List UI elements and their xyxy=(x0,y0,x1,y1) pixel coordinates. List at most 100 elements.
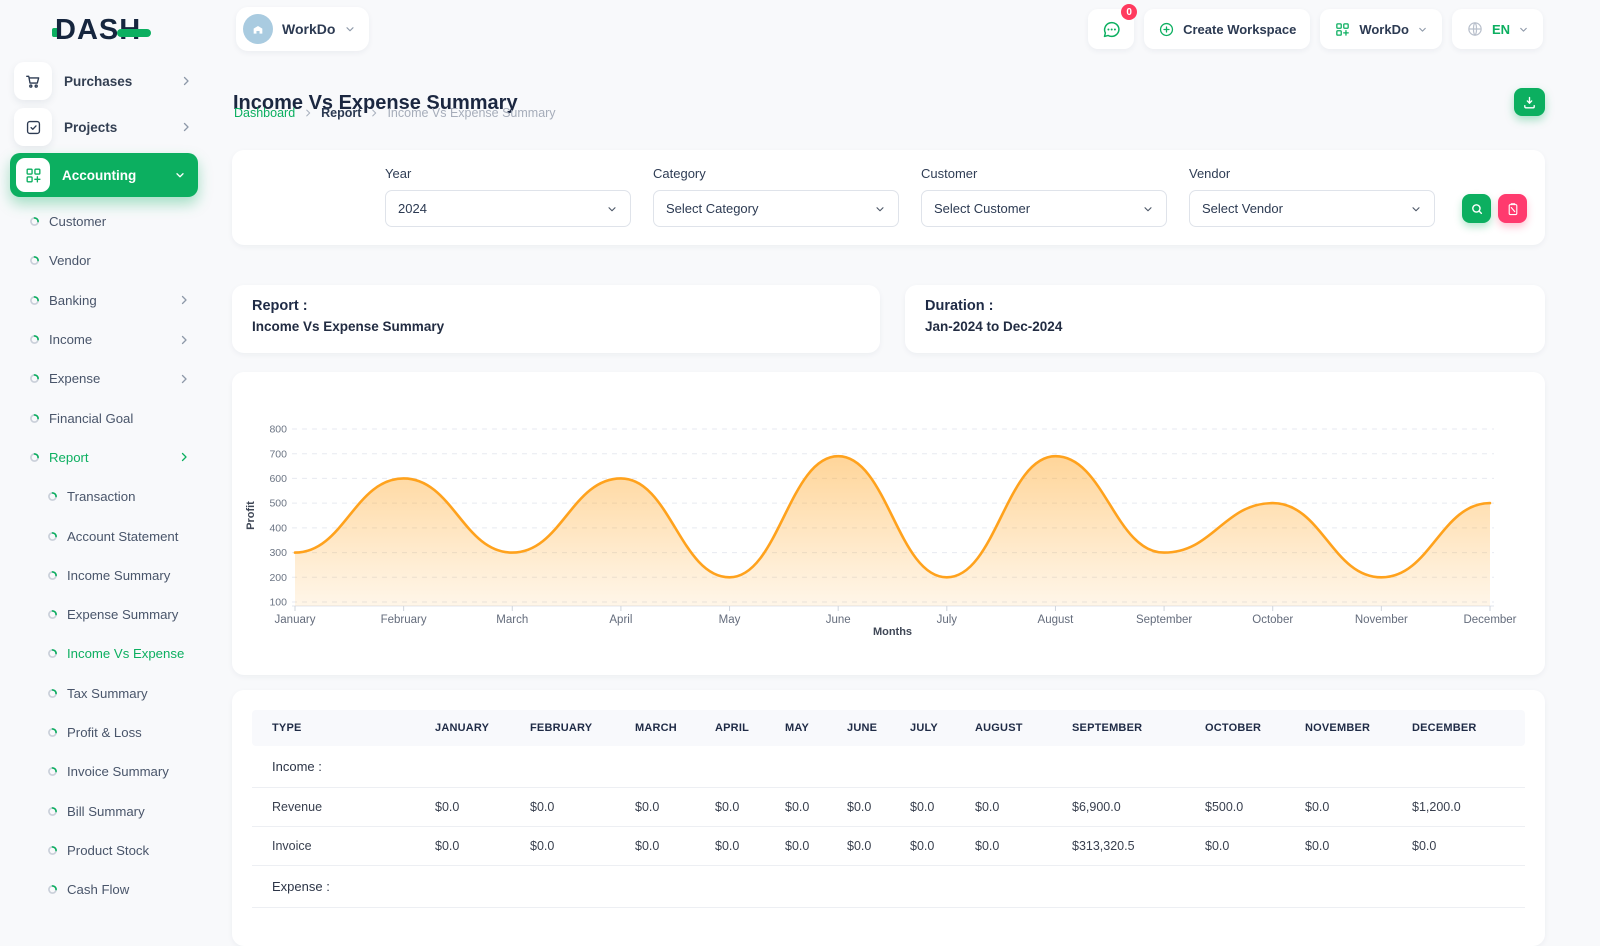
chevron-right-icon xyxy=(178,294,190,306)
svg-text:200: 200 xyxy=(269,572,287,584)
donut-bullet-icon xyxy=(47,648,58,659)
plus-circle-icon xyxy=(1158,21,1175,38)
workspace-name: WorkDo xyxy=(282,21,335,37)
profit-chart-card: 100200300400500600700800JanuaryFebruaryM… xyxy=(232,372,1545,675)
cell-value: $6,900.0 xyxy=(1072,788,1205,827)
year-select[interactable]: 2024 xyxy=(385,190,631,227)
vendor-select[interactable]: Select Vendor xyxy=(1189,190,1435,227)
sidebar-item-customer[interactable]: Customer xyxy=(0,202,208,241)
language-selector[interactable]: EN xyxy=(1452,9,1543,49)
filter-form: Year 2024 Category Select Category Custo… xyxy=(385,166,1435,227)
chevron-down-icon xyxy=(1142,203,1154,215)
svg-text:October: October xyxy=(1252,614,1293,626)
cell-value: $0.0 xyxy=(635,788,715,827)
sidebar-item-financial-goal[interactable]: Financial Goal xyxy=(0,398,208,437)
messages-button[interactable]: 0 xyxy=(1088,9,1134,49)
sidebar-item-vendor[interactable]: Vendor xyxy=(0,241,208,280)
sidebar-item-label: Expense Summary xyxy=(67,607,190,622)
workdo-apps-button[interactable]: WorkDo xyxy=(1320,9,1442,49)
chevron-down-icon xyxy=(344,23,356,35)
sidebar-item-label: Cash Flow xyxy=(67,882,190,897)
svg-text:December: December xyxy=(1463,614,1516,626)
svg-text:August: August xyxy=(1038,614,1075,626)
sidebar-item-expense[interactable]: Expense xyxy=(0,359,208,398)
cell-value: $500.0 xyxy=(1205,788,1305,827)
sidebar-item-label: Product Stock xyxy=(67,843,190,858)
sidebar-item-profit-loss[interactable]: Profit & Loss xyxy=(0,713,208,752)
table-section-row-expense: Expense : xyxy=(252,866,1525,908)
category-label: Category xyxy=(653,166,899,181)
sidebar-item-banking[interactable]: Banking xyxy=(0,281,208,320)
sidebar-item-income[interactable]: Income xyxy=(0,320,208,359)
workspace-switcher[interactable]: WorkDo xyxy=(236,7,369,51)
apply-filter-button[interactable] xyxy=(1462,194,1491,223)
filter-group-year: Year 2024 xyxy=(385,166,631,227)
donut-bullet-icon xyxy=(29,452,40,463)
reset-filter-button[interactable] xyxy=(1498,194,1527,223)
year-value: 2024 xyxy=(398,201,427,216)
sidebar-item-accounting[interactable]: Accounting xyxy=(10,153,198,197)
app-logo[interactable]: DASH xyxy=(52,14,151,47)
chevron-right-icon xyxy=(303,108,313,118)
sidebar-item-expense-summary[interactable]: Expense Summary xyxy=(0,595,208,634)
donut-bullet-icon xyxy=(29,295,40,306)
cell-value: $0.0 xyxy=(847,788,910,827)
category-select[interactable]: Select Category xyxy=(653,190,899,227)
sidebar-item-label: Expense xyxy=(49,371,178,386)
sidebar-item-tax-summary[interactable]: Tax Summary xyxy=(0,674,208,713)
create-workspace-button[interactable]: Create Workspace xyxy=(1144,9,1310,49)
sidebar-item-invoice-summary[interactable]: Invoice Summary xyxy=(0,752,208,791)
apps-grid-icon xyxy=(1334,21,1351,38)
breadcrumb-report[interactable]: Report xyxy=(321,106,361,120)
donut-bullet-icon xyxy=(47,570,58,581)
report-summary-card: Report : Income Vs Expense Summary xyxy=(232,285,880,353)
cell-value: $0.0 xyxy=(530,827,635,866)
sidebar-item-cash-flow[interactable]: Cash Flow xyxy=(0,870,208,909)
donut-bullet-icon xyxy=(47,688,58,699)
table-row-invoice: Invoice$0.0$0.0$0.0$0.0$0.0$0.0$0.0$0.0$… xyxy=(252,827,1525,866)
chevron-down-icon xyxy=(606,203,618,215)
sidebar-item-label: Transaction xyxy=(67,489,190,504)
profit-area-chart: 100200300400500600700800JanuaryFebruaryM… xyxy=(232,372,1545,675)
sidebar-item-purchases[interactable]: Purchases xyxy=(0,58,208,104)
svg-text:800: 800 xyxy=(269,424,287,436)
vendor-label: Vendor xyxy=(1189,166,1435,181)
donut-bullet-icon xyxy=(29,334,40,345)
filter-card: Year 2024 Category Select Category Custo… xyxy=(232,150,1545,245)
svg-text:May: May xyxy=(719,614,741,626)
customer-select[interactable]: Select Customer xyxy=(921,190,1167,227)
row-type: Revenue xyxy=(252,788,435,827)
chevron-down-icon xyxy=(1518,24,1529,35)
chevron-right-icon xyxy=(178,373,190,385)
cell-value: $0.0 xyxy=(1305,788,1412,827)
svg-text:400: 400 xyxy=(269,523,287,535)
sidebar-item-income-summary[interactable]: Income Summary xyxy=(0,556,208,595)
chevron-right-icon xyxy=(178,451,190,463)
donut-bullet-icon xyxy=(47,609,58,620)
logo-accent-dash xyxy=(117,29,151,37)
sidebar-item-product-stock[interactable]: Product Stock xyxy=(0,831,208,870)
download-report-button[interactable] xyxy=(1514,88,1545,116)
chevron-right-icon xyxy=(178,334,190,346)
category-value: Select Category xyxy=(666,201,759,216)
filter-group-customer: Customer Select Customer xyxy=(921,166,1167,227)
sidebar-item-transaction[interactable]: Transaction xyxy=(0,477,208,516)
sidebar-item-report[interactable]: Report xyxy=(0,438,208,477)
donut-bullet-icon xyxy=(29,216,40,227)
building-icon xyxy=(250,21,266,37)
sidebar-item-account-statement[interactable]: Account Statement xyxy=(0,516,208,555)
column-header-february: FEBRUARY xyxy=(530,710,635,746)
sidebar-item-income-vs-expense[interactable]: Income Vs Expense xyxy=(0,634,208,673)
chat-badge: 0 xyxy=(1121,4,1137,20)
sidebar: DASH PurchasesProjectsAccounting Customer… xyxy=(0,0,208,900)
donut-bullet-icon xyxy=(47,491,58,502)
breadcrumb-dashboard[interactable]: Dashboard xyxy=(234,106,295,120)
column-header-october: OCTOBER xyxy=(1205,710,1305,746)
donut-bullet-icon xyxy=(29,255,40,266)
workdo-apps-label: WorkDo xyxy=(1359,22,1409,37)
cell-value: $0.0 xyxy=(847,827,910,866)
customer-value: Select Customer xyxy=(934,201,1030,216)
sidebar-item-bill-summary[interactable]: Bill Summary xyxy=(0,791,208,830)
column-header-january: JANUARY xyxy=(435,710,530,746)
sidebar-item-projects[interactable]: Projects xyxy=(0,104,208,150)
